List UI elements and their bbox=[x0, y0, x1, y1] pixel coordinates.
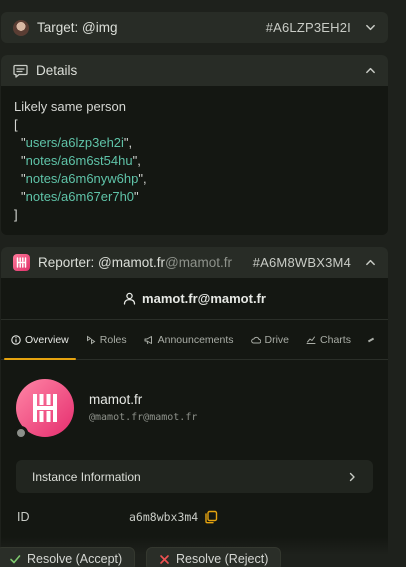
tab-announcements[interactable]: Announcements bbox=[144, 320, 234, 359]
resolve-reject-label: Resolve (Reject) bbox=[176, 552, 269, 566]
cloud-icon bbox=[250, 336, 261, 343]
status-indicator bbox=[14, 425, 28, 440]
user-title-text: mamot.fr@mamot.fr bbox=[142, 291, 266, 306]
check-icon bbox=[10, 555, 21, 564]
tab-label: Drive bbox=[264, 333, 290, 346]
tab-drive[interactable]: Drive bbox=[250, 320, 290, 359]
reporter-label-suffix: @mamot.fr bbox=[164, 255, 232, 270]
details-comment: Likely same person bbox=[14, 99, 126, 114]
details-title: Details bbox=[36, 63, 78, 78]
tab-label: Overview bbox=[25, 333, 69, 346]
details-body: Likely same person [ "users/a6lzp3eh2i",… bbox=[1, 86, 388, 234]
chevron-down-icon[interactable] bbox=[365, 22, 376, 33]
instance-logo-icon bbox=[33, 393, 57, 422]
close-icon bbox=[160, 554, 169, 564]
tab-label: Announcements bbox=[157, 333, 234, 346]
json-item: "users/a6lzp3eh2i", bbox=[21, 135, 133, 150]
instance-handle: @mamot.fr@mamot.fr bbox=[89, 412, 198, 423]
json-item-value[interactable]: users/a6lzp3eh2i bbox=[26, 135, 124, 150]
tab-overflow[interactable] bbox=[367, 320, 375, 359]
instance-name: mamot.fr bbox=[89, 392, 143, 407]
instance-information-label: Instance Information bbox=[32, 469, 141, 484]
tab-overview[interactable]: Overview bbox=[4, 320, 76, 360]
info-icon bbox=[11, 334, 21, 345]
user-icon bbox=[123, 292, 136, 305]
json-close-bracket: ] bbox=[14, 207, 18, 222]
target-panel: Target: @img #A6LZP3EH2I bbox=[1, 12, 388, 43]
json-open-bracket: [ bbox=[14, 117, 18, 132]
json-item-value[interactable]: notes/a6m6st54hu bbox=[26, 153, 133, 168]
tab-roles[interactable]: Roles bbox=[86, 320, 127, 359]
reporter-code: #A6M8WBX3M4 bbox=[252, 255, 351, 270]
resolve-accept-label: Resolve (Accept) bbox=[27, 552, 123, 566]
tab-label: Charts bbox=[320, 333, 351, 346]
resolve-accept-button[interactable]: Resolve (Accept) bbox=[0, 547, 136, 567]
reporter-label: Reporter: @mamot.fr@mamot.fr bbox=[38, 255, 232, 270]
tab-charts[interactable]: Charts bbox=[306, 320, 351, 359]
json-item: "notes/a6m6nyw6hp", bbox=[21, 171, 147, 186]
id-value: a6m8wbx3m4 bbox=[129, 510, 199, 524]
reporter-panel: Reporter: @mamot.fr@mamot.fr #A6M8WBX3M4… bbox=[1, 247, 388, 567]
json-item: "notes/a6m6st54hu", bbox=[21, 153, 141, 168]
chevron-up-icon[interactable] bbox=[365, 257, 376, 268]
megaphone-icon bbox=[144, 335, 152, 344]
target-code: #A6LZP3EH2I bbox=[265, 20, 351, 35]
resolve-reject-button[interactable]: Resolve (Reject) bbox=[146, 547, 282, 567]
chevron-right-icon bbox=[349, 472, 355, 481]
target-title: Target: @img bbox=[37, 20, 118, 35]
user-title: mamot.fr@mamot.fr bbox=[1, 278, 388, 320]
instance-information-button[interactable]: Instance Information bbox=[16, 460, 373, 493]
copy-icon[interactable] bbox=[204, 510, 218, 524]
json-item-value[interactable]: notes/a6m6nyw6hp bbox=[26, 171, 139, 186]
badges-icon bbox=[86, 335, 96, 344]
tab-label: Roles bbox=[99, 333, 127, 346]
instance-avatar bbox=[14, 378, 74, 440]
json-item: "notes/a6m67er7h0" bbox=[21, 189, 139, 204]
instance-logo-icon bbox=[13, 254, 30, 271]
comment-icon bbox=[13, 64, 28, 78]
target-avatar bbox=[13, 19, 29, 36]
instance-row: mamot.fr @mamot.fr@mamot.fr bbox=[1, 360, 388, 440]
json-item-value[interactable]: notes/a6m67er7h0 bbox=[26, 189, 134, 204]
chart-line-icon bbox=[306, 336, 316, 344]
details-panel: Details Likely same person [ "users/a6lz… bbox=[1, 55, 388, 235]
chevron-up-icon[interactable] bbox=[365, 65, 376, 76]
tab-bar: Overview Roles Announcements Drive Chart… bbox=[1, 320, 388, 360]
target-panel-header[interactable]: Target: @img #A6LZP3EH2I bbox=[1, 12, 388, 43]
id-label: ID bbox=[17, 510, 30, 524]
id-row: ID a6m8wbx3m4 bbox=[1, 510, 388, 524]
details-panel-header[interactable]: Details bbox=[1, 55, 388, 86]
reporter-panel-header[interactable]: Reporter: @mamot.fr@mamot.fr #A6M8WBX3M4 bbox=[1, 247, 388, 278]
